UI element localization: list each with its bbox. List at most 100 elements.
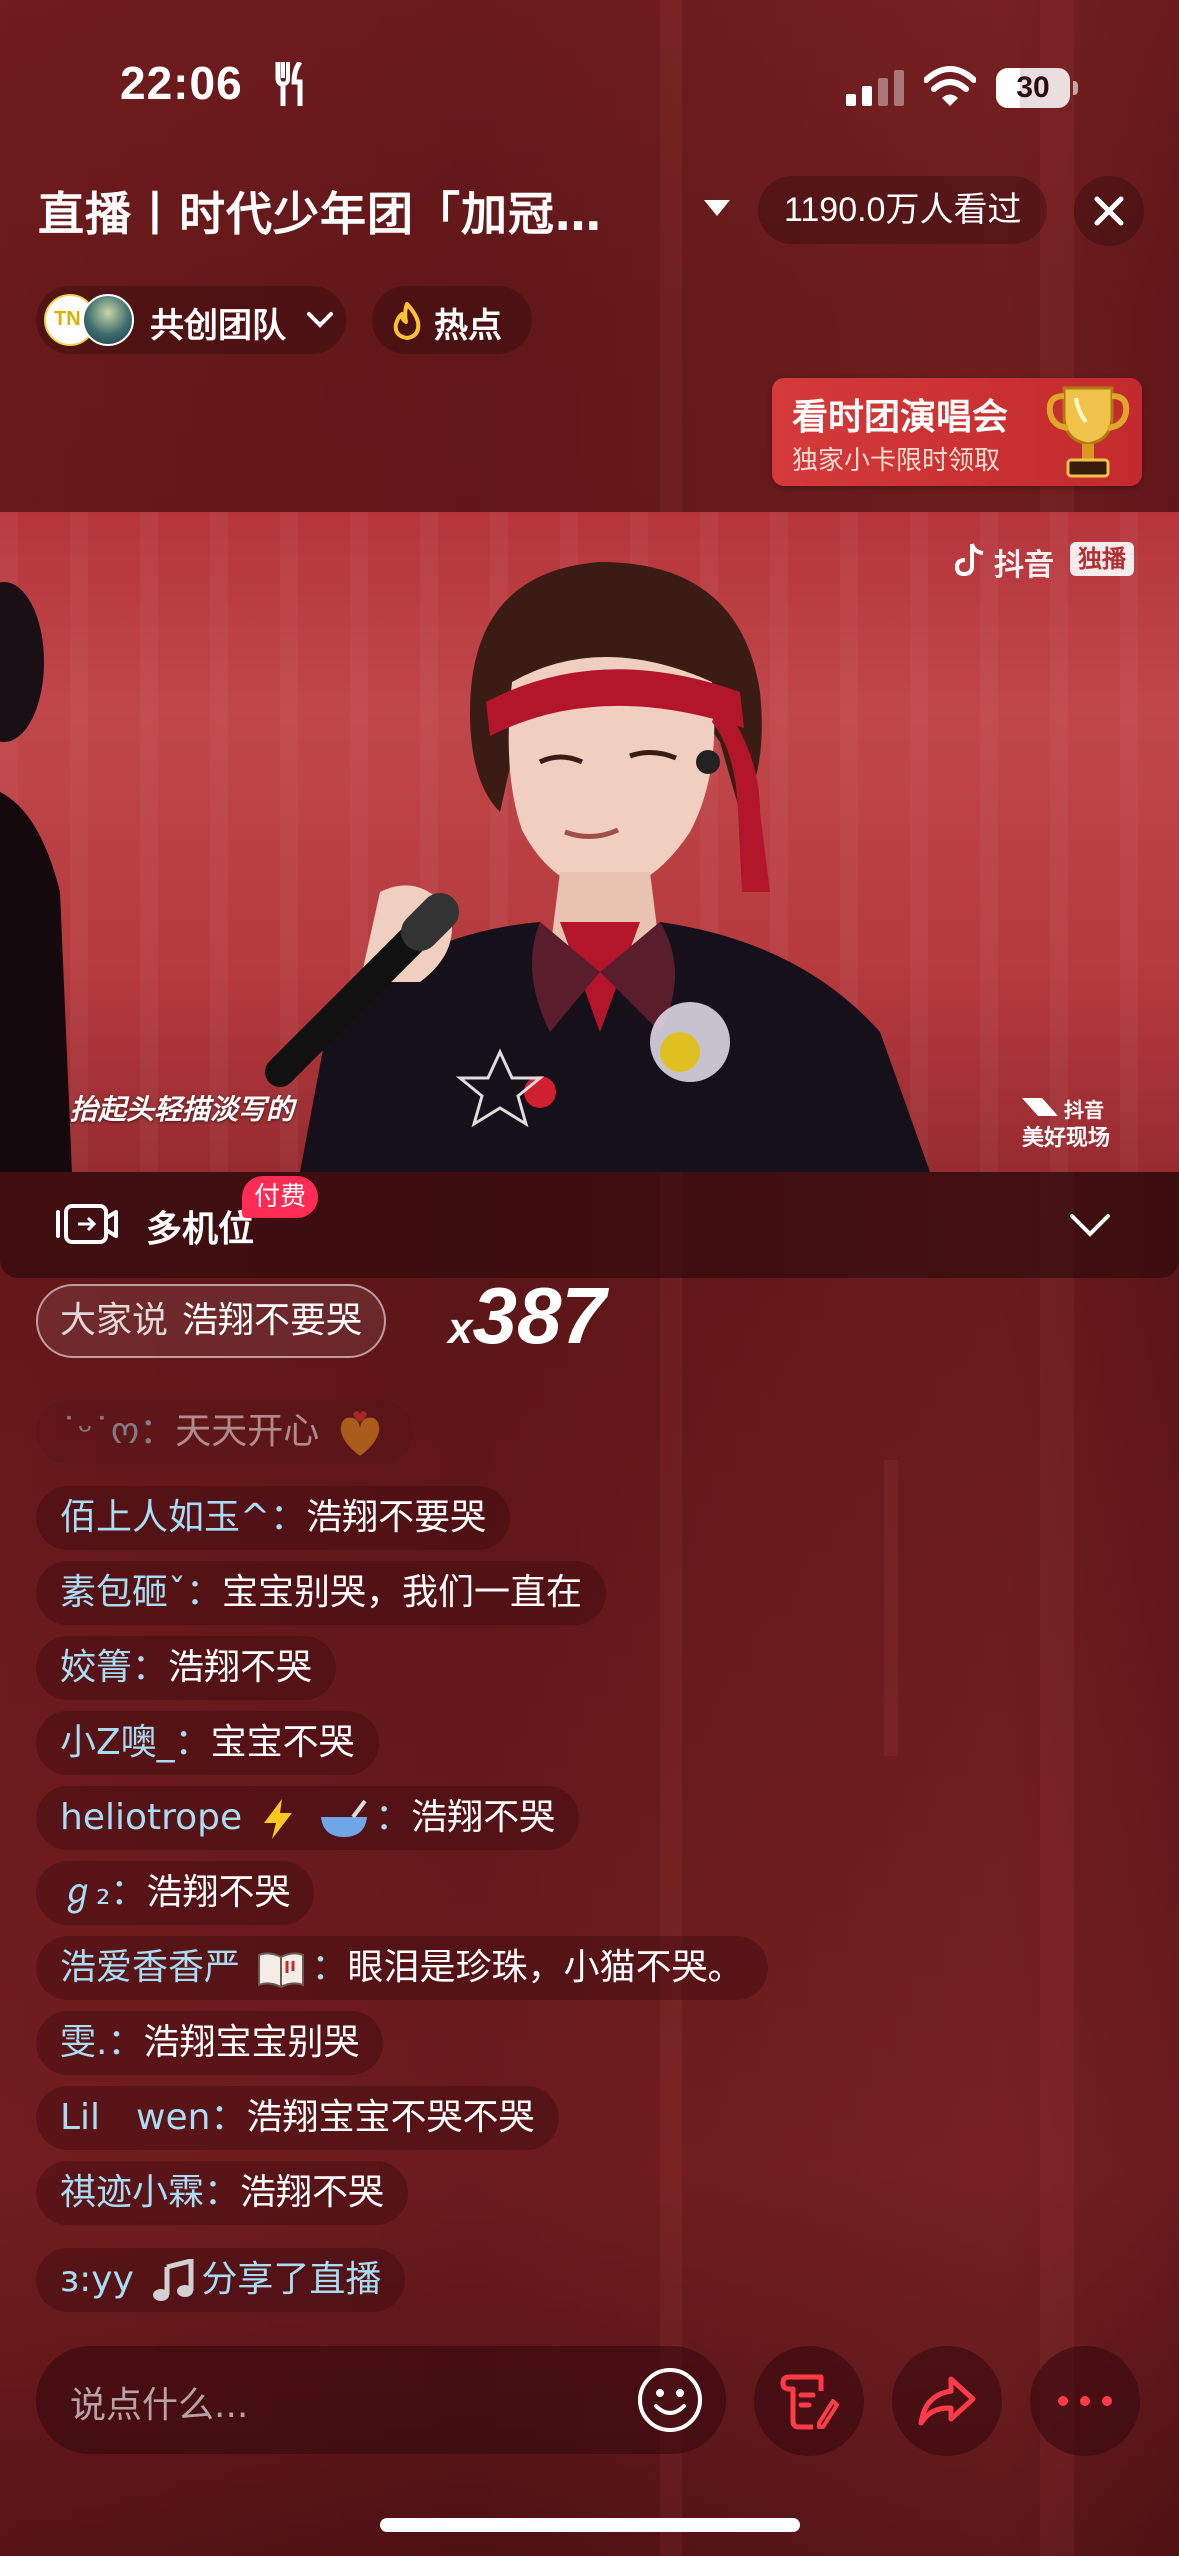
multi-camera-icon: [56, 1204, 118, 1244]
signal-icon: [846, 70, 904, 106]
hot-comment-text: 浩翔不要哭: [182, 1300, 363, 1341]
status-time: 22:06: [120, 57, 243, 109]
chat-message[interactable]: ℊ₂：浩翔不哭: [36, 1861, 315, 1925]
share-button[interactable]: [892, 2346, 1002, 2456]
lyric-subtitle: 抬起头轻描淡写的: [70, 1093, 295, 1126]
chat-message[interactable]: 小Z噢_：宝宝不哭: [36, 1711, 379, 1775]
hot-comment-pill[interactable]: 大家说 浩翔不要哭: [36, 1284, 387, 1358]
chat-username: 雯.：: [60, 2022, 144, 2063]
comment-placeholder: 说点什么...: [70, 2385, 249, 2426]
live-video[interactable]: 抖音 独播 抬起头轻描淡写的 抖音 美好现场: [0, 512, 1179, 1172]
promo-card[interactable]: 看时团演唱会 独家小卡限时领取: [772, 378, 1142, 486]
avatar: [82, 294, 134, 346]
battery-cap: [1073, 81, 1078, 95]
chat-message[interactable]: Lil wen：浩翔宝宝不哭不哭: [36, 2086, 559, 2150]
chat-username: 祺迹小霖：: [60, 2172, 241, 2213]
chat-message[interactable]: ˙ᵕ˙ო：天天开心: [36, 1400, 413, 1464]
repeat-counter: x387: [448, 1270, 606, 1362]
paid-badge: 付费: [242, 1176, 319, 1218]
battery-indicator: 30: [996, 68, 1078, 108]
dropdown-triangle-icon[interactable]: [700, 196, 734, 220]
performer-image: [0, 562, 930, 1172]
book-icon: [258, 1952, 305, 1989]
chat-message[interactable]: 浩爱香香严 ：眼泪是珍珠，小猫不哭。: [36, 1936, 768, 2000]
flame-icon: [393, 302, 421, 340]
chat-message[interactable]: heliotrope ：浩翔不哭: [36, 1786, 580, 1850]
promo-subtitle: 独家小卡限时领取: [792, 446, 1001, 476]
wifi-icon: [924, 66, 976, 106]
repeat-prefix: x: [448, 1304, 473, 1353]
trophy-icon: [1046, 386, 1130, 478]
chat-username: 素包砸ˇ：: [60, 1572, 223, 1613]
chevron-down-icon: [307, 312, 333, 328]
heart-hands-icon: [340, 1411, 379, 1456]
chat-text: 天天开心: [175, 1411, 320, 1452]
chat-username-suffix: ：: [311, 1947, 348, 1988]
chat-message[interactable]: з:yy 分享了直播: [36, 2248, 406, 2312]
chevron-down-icon[interactable]: [1068, 1212, 1112, 1238]
team-label: 共创团队: [150, 306, 286, 346]
chat-text: 浩翔宝宝不哭不哭: [246, 2097, 535, 2138]
background-stripe: [884, 1460, 898, 1756]
bowl-icon: [321, 1799, 368, 1837]
chat-message[interactable]: 素包砸ˇ：宝宝别哭，我们一直在: [36, 1561, 607, 1625]
home-indicator[interactable]: [380, 2518, 800, 2532]
brand-line2: 美好现场: [1022, 1126, 1111, 1151]
chat-text: 浩翔不哭: [168, 1647, 313, 1688]
chat-text: 浩翔不哭: [146, 1872, 291, 1913]
team-selector[interactable]: TN 共创团队: [36, 286, 346, 354]
comment-input[interactable]: 说点什么...: [36, 2346, 726, 2454]
chat-username: 佰上人如玉^：: [60, 1497, 307, 1538]
douyin-logo-icon: [954, 543, 984, 577]
more-button[interactable]: [1030, 2346, 1140, 2456]
chat-text: 宝宝别哭，我们一直在: [222, 1572, 583, 1613]
live-title[interactable]: 直播丨时代少年团「加冠…: [38, 178, 698, 244]
fork-knife-icon: [275, 62, 303, 106]
chat-text: 浩翔不哭: [240, 2172, 385, 2213]
watermark-text: 抖音: [994, 548, 1054, 583]
chat-action-text: 分享了直播: [201, 2259, 382, 2300]
watermark-badge: 独播: [1070, 542, 1134, 576]
chat-username: heliotrope: [60, 1797, 243, 1838]
chat-username: з:yy: [60, 2259, 134, 2300]
chat-username: 姣箐：: [60, 1647, 169, 1688]
chat-username: ˙ᵕ˙ო：: [60, 1411, 176, 1452]
chat-username-suffix: ：: [375, 1797, 412, 1838]
promo-title: 看时团演唱会: [792, 397, 1009, 438]
chat-message[interactable]: 雯.：浩翔宝宝别哭: [36, 2011, 384, 2075]
chat-username: 小Z噢_：: [60, 1722, 211, 1763]
viewer-count[interactable]: 1190.0万人看过: [758, 176, 1048, 244]
song-request-button[interactable]: [754, 2346, 864, 2456]
hot-comment-prefix: 大家说: [60, 1300, 169, 1341]
chat-username: Lil wen：: [60, 2097, 247, 2138]
status-bar: 22:06 30: [0, 0, 1179, 150]
chat-username: 浩爱香香严: [60, 1947, 241, 1988]
hot-topic-button[interactable]: 热点: [372, 286, 532, 354]
chat-text: 宝宝不哭: [210, 1722, 355, 1763]
multicam-bar[interactable]: 多机位 付费: [0, 1172, 1179, 1278]
lightning-icon: [263, 1799, 292, 1839]
live-room: 22:06 30 直播丨时代少年团「加冠… 1190.0万人看过 TN 共创团队…: [0, 0, 1179, 2556]
multicam-label: 多机位: [146, 1209, 255, 1250]
music-note-icon: [153, 2259, 194, 2301]
hot-label: 热点: [434, 306, 502, 346]
chat-message[interactable]: 祺迹小霖：浩翔不哭: [36, 2161, 409, 2225]
chat-text: 浩翔宝宝别哭: [143, 2022, 360, 2063]
background-stripe: [660, 0, 682, 2556]
emoji-icon[interactable]: [636, 2366, 704, 2434]
battery-level: 30: [1016, 71, 1050, 104]
chat-username: ℊ₂：: [60, 1872, 147, 1913]
edit-scroll-icon: [780, 2374, 839, 2430]
chat-message[interactable]: 佰上人如玉^：浩翔不要哭: [36, 1486, 511, 1550]
brand-mark: 抖音 美好现场: [1020, 1094, 1130, 1151]
brand-logo-icon: [1022, 1098, 1058, 1116]
chat-text: 浩翔不哭: [411, 1797, 556, 1838]
close-icon: [1094, 196, 1124, 226]
chat-text: 眼泪是珍珠，小猫不哭。: [347, 1947, 744, 1988]
close-button[interactable]: [1074, 176, 1144, 246]
chat-message[interactable]: 姣箐：浩翔不哭: [36, 1636, 337, 1700]
more-dots-icon: [1058, 2396, 1112, 2406]
share-arrow-icon: [918, 2376, 976, 2426]
brand-line1: 抖音: [1064, 1098, 1104, 1122]
repeat-count: 387: [472, 1271, 606, 1360]
